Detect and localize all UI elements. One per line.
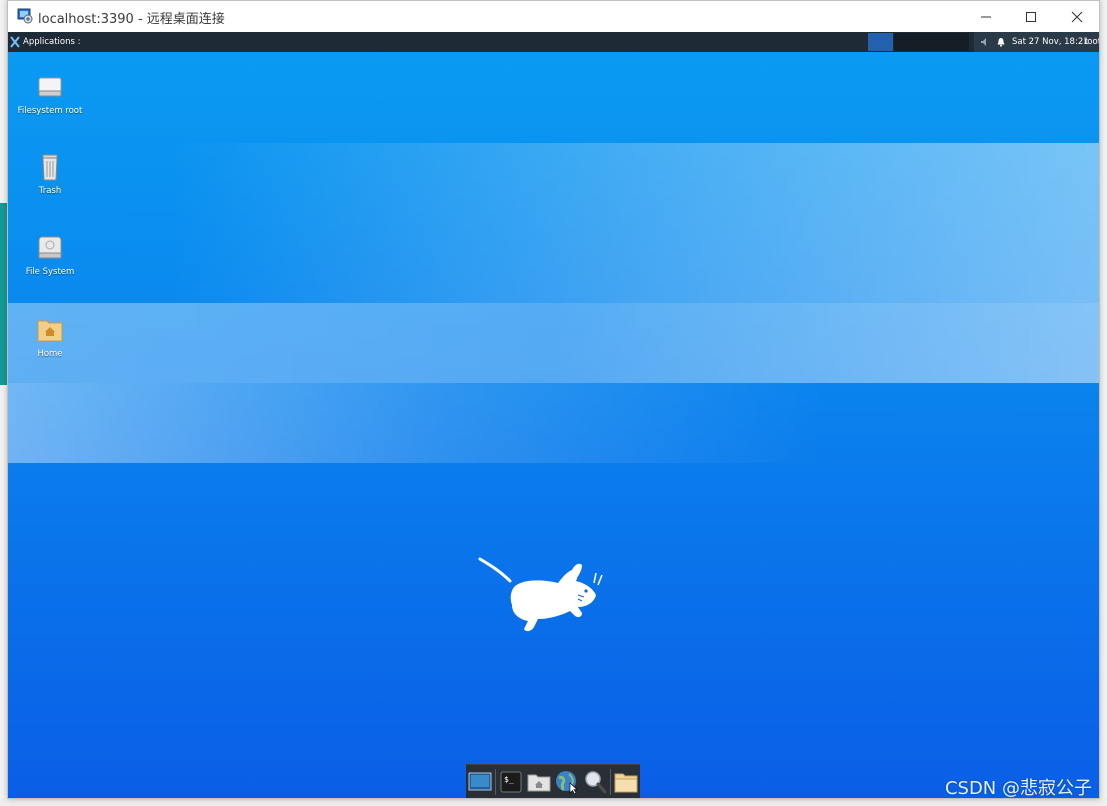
bottom-dock: $_ bbox=[466, 764, 640, 798]
workspace-4[interactable] bbox=[944, 33, 969, 51]
notification-bell-icon[interactable] bbox=[996, 37, 1006, 47]
dock-separator bbox=[610, 769, 611, 795]
wallpaper-band bbox=[8, 303, 1099, 383]
web-browser-globe-icon bbox=[556, 771, 578, 794]
desktop-icon-label: File System bbox=[25, 267, 75, 277]
workspace-2[interactable] bbox=[894, 33, 919, 51]
show-desktop-icon bbox=[468, 772, 492, 791]
remote-desktop-window: localhost:3390 - 远程桌面连接 Applications : S… bbox=[7, 0, 1100, 799]
system-tray: Sat 27 Nov, 18:21 bbox=[974, 32, 1099, 52]
window-title: localhost:3390 - 远程桌面连接 bbox=[38, 12, 225, 27]
applications-menu[interactable]: Applications : bbox=[10, 32, 81, 52]
drive-icon bbox=[38, 236, 62, 259]
close-icon bbox=[1071, 11, 1083, 22]
dock-item-show-desktop[interactable] bbox=[467, 769, 493, 795]
magnifier-icon bbox=[585, 771, 607, 794]
xfce-mouse-logo-icon bbox=[478, 557, 603, 632]
minimize-icon bbox=[981, 16, 991, 17]
desktop-icon-label: Home bbox=[37, 349, 63, 359]
minimize-button[interactable] bbox=[963, 1, 1009, 32]
host-background-bottom bbox=[0, 798, 1107, 806]
remote-desktop[interactable]: Applications : Sat 27 Nov, 18:21 root bbox=[8, 32, 1099, 798]
panel-user[interactable]: root bbox=[1084, 32, 1099, 52]
workspace-3[interactable] bbox=[919, 33, 944, 51]
remote-desktop-app-icon bbox=[17, 8, 33, 24]
workspace-1[interactable] bbox=[868, 33, 893, 51]
desktop-icon-filesystem-root[interactable]: Filesystem root bbox=[15, 72, 85, 117]
drive-icon bbox=[38, 77, 62, 97]
top-panel: Applications : Sat 27 Nov, 18:21 root bbox=[8, 32, 1099, 52]
desktop-icon-trash[interactable]: Trash bbox=[15, 150, 85, 197]
terminal-icon: $_ bbox=[500, 771, 522, 793]
wallpaper-band bbox=[8, 143, 1099, 303]
title-bar[interactable]: localhost:3390 - 远程桌面连接 bbox=[8, 1, 1099, 32]
panel-clock[interactable]: Sat 27 Nov, 18:21 bbox=[1012, 37, 1089, 47]
file-manager-icon bbox=[527, 774, 551, 792]
folder-icon bbox=[614, 773, 638, 793]
desktop-icon-label: Filesystem root bbox=[17, 106, 83, 116]
xfce-logo-icon bbox=[10, 36, 20, 48]
dock-item-web-browser[interactable] bbox=[554, 769, 580, 795]
close-button[interactable] bbox=[1054, 1, 1100, 32]
dock-item-folder[interactable] bbox=[613, 769, 639, 795]
trash-icon bbox=[42, 154, 58, 181]
maximize-button[interactable] bbox=[1008, 1, 1054, 32]
desktop-icon-label: Trash bbox=[38, 186, 62, 196]
dock-separator bbox=[495, 769, 496, 795]
desktop-icon-home[interactable]: Home bbox=[15, 315, 85, 360]
dock-item-terminal[interactable]: $_ bbox=[498, 769, 524, 795]
svg-text:$_: $_ bbox=[504, 775, 514, 784]
wallpaper-band bbox=[8, 383, 1099, 463]
desktop-icon-file-system[interactable]: File System bbox=[15, 233, 85, 278]
applications-label: Applications : bbox=[23, 37, 81, 47]
maximize-icon bbox=[1026, 11, 1036, 22]
home-folder-icon bbox=[37, 320, 63, 342]
volume-icon[interactable] bbox=[980, 37, 990, 47]
dock-item-file-manager[interactable] bbox=[526, 769, 552, 795]
dock-item-app-finder[interactable] bbox=[582, 769, 608, 795]
watermark: CSDN @悲寂公子 bbox=[944, 778, 1092, 799]
